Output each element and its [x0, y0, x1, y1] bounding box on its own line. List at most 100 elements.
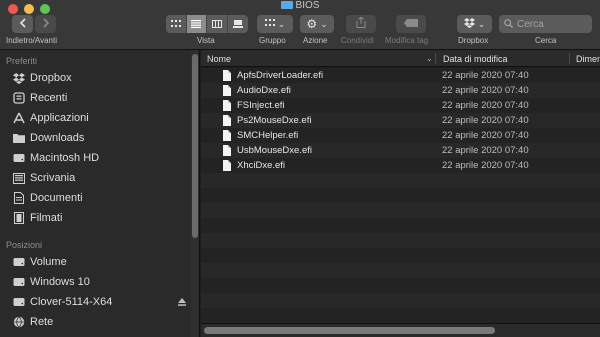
sidebar-item-network[interactable]: Rete — [13, 314, 188, 330]
sidebar-scrollbar-thumb[interactable] — [192, 54, 198, 238]
share-icon — [356, 16, 366, 31]
empty-row — [201, 293, 600, 308]
table-row[interactable]: FSInject.efi 22 aprile 2020 07:40 — [201, 98, 600, 113]
sidebar-item-label: Filmati — [30, 212, 63, 224]
table-row[interactable]: Ps2MouseDxe.efi 22 aprile 2020 07:40 — [201, 113, 600, 128]
sidebar-item-label: Scrivania — [30, 172, 76, 184]
view-switcher — [166, 15, 248, 33]
file-name: ApfsDriverLoader.efi — [237, 70, 324, 81]
locations-header: Posizioni — [6, 240, 43, 250]
edit-tags-button[interactable] — [396, 15, 426, 33]
file-name: XhciDxe.efi — [237, 160, 286, 171]
window-title-bar: BIOS — [0, 0, 600, 12]
column-divider[interactable] — [435, 53, 436, 64]
file-date: 22 aprile 2020 07:40 — [442, 115, 529, 126]
sidebar-item-applications[interactable]: Applicazioni — [13, 110, 188, 126]
applications-icon — [13, 112, 25, 124]
gallery-icon — [232, 15, 243, 33]
sidebar-item-windows-10[interactable]: Windows 10 — [13, 274, 188, 290]
dropbox-label: Dropbox — [458, 36, 489, 45]
sidebar-item-clover[interactable]: Clover-5114-X64 — [13, 294, 188, 310]
folder-icon — [13, 132, 25, 144]
chevron-down-icon: ⌄ — [277, 18, 286, 29]
empty-row — [201, 233, 600, 248]
file-date: 22 aprile 2020 07:40 — [442, 100, 529, 111]
column-size-header[interactable]: Dimen — [576, 54, 600, 64]
action-button[interactable]: ⚙ ⌄ — [300, 15, 334, 33]
file-list: Nome ⌄ Data di modifica Dimen ApfsDriver… — [201, 50, 600, 337]
sidebar-item-label: Windows 10 — [30, 276, 90, 288]
disk-icon — [13, 256, 25, 268]
dropbox-button[interactable]: ⌄ — [457, 15, 492, 33]
back-button[interactable] — [12, 15, 33, 33]
view-icons-button[interactable] — [166, 15, 187, 33]
sidebar-item-label: Recenti — [30, 92, 68, 104]
sidebar-item-macintosh-hd[interactable]: Macintosh HD — [13, 150, 188, 166]
sidebar-item-label: Macintosh HD — [30, 152, 100, 164]
empty-row — [201, 278, 600, 293]
sidebar-item-documents[interactable]: Documenti — [13, 190, 188, 206]
view-list-button[interactable] — [186, 15, 208, 33]
column-header: Nome ⌄ Data di modifica Dimen — [201, 50, 600, 67]
desktop-icon — [13, 172, 25, 184]
file-icon — [223, 160, 231, 171]
sidebar-item-movies[interactable]: Filmati — [13, 210, 188, 226]
file-icon — [223, 100, 231, 111]
column-name-header[interactable]: Nome — [207, 54, 231, 64]
eject-icon[interactable] — [178, 297, 186, 306]
search-input[interactable] — [517, 18, 587, 30]
file-date: 22 aprile 2020 07:40 — [442, 130, 529, 141]
disk-icon — [13, 296, 25, 308]
file-date: 22 aprile 2020 07:40 — [442, 85, 529, 96]
horizontal-scrollbar[interactable] — [201, 323, 600, 337]
file-name: Ps2MouseDxe.efi — [237, 115, 312, 126]
sidebar-item-label: Dropbox — [30, 72, 72, 84]
sidebar-item-downloads[interactable]: Downloads — [13, 130, 188, 146]
file-name: SMCHelper.efi — [237, 130, 299, 141]
sidebar-item-dropbox[interactable]: Dropbox — [13, 70, 188, 86]
icon-grid-icon — [170, 15, 181, 33]
search-box[interactable] — [499, 15, 592, 33]
share-label: Condividi — [341, 36, 374, 45]
file-date: 22 aprile 2020 07:40 — [442, 160, 529, 171]
table-row[interactable]: SMCHelper.efi 22 aprile 2020 07:40 — [201, 128, 600, 143]
share-button[interactable] — [346, 15, 376, 33]
sort-chevron-icon: ⌄ — [426, 54, 433, 63]
list-icon — [191, 15, 202, 33]
file-name: AudioDxe.efi — [237, 85, 291, 96]
sidebar-item-volume[interactable]: Volume — [13, 254, 188, 270]
horizontal-scrollbar-thumb[interactable] — [204, 327, 495, 334]
table-row[interactable]: UsbMouseDxe.efi 22 aprile 2020 07:40 — [201, 143, 600, 158]
edit-tags-label: Modifica tag — [385, 36, 429, 45]
tag-icon — [404, 18, 418, 30]
table-row[interactable]: AudioDxe.efi 22 aprile 2020 07:40 — [201, 83, 600, 98]
empty-row — [201, 308, 600, 323]
document-icon — [13, 192, 25, 204]
group-grid-icon — [264, 18, 275, 30]
table-row[interactable]: XhciDxe.efi 22 aprile 2020 07:40 — [201, 158, 600, 173]
empty-row — [201, 218, 600, 233]
disk-icon — [13, 276, 25, 288]
file-icon — [223, 70, 231, 81]
file-date: 22 aprile 2020 07:40 — [442, 70, 529, 81]
column-date-header[interactable]: Data di modifica — [443, 54, 508, 64]
empty-row — [201, 263, 600, 278]
dropbox-icon — [463, 17, 475, 31]
column-divider[interactable] — [569, 53, 570, 64]
harddisk-icon — [13, 152, 25, 164]
table-row[interactable]: ApfsDriverLoader.efi 22 aprile 2020 07:4… — [201, 68, 600, 83]
file-name: FSInject.efi — [237, 100, 285, 111]
sidebar-item-recents[interactable]: Recenti — [13, 90, 188, 106]
forward-button[interactable] — [35, 15, 56, 33]
sidebar-item-desktop[interactable]: Scrivania — [13, 170, 188, 186]
view-columns-button[interactable] — [207, 15, 228, 33]
nav-label: Indietro/Avanti — [6, 36, 57, 45]
search-label: Cerca — [535, 36, 557, 45]
sidebar-scrollbar[interactable] — [191, 50, 199, 337]
sidebar-item-label: Clover-5114-X64 — [30, 296, 113, 308]
file-rows: ApfsDriverLoader.efi 22 aprile 2020 07:4… — [201, 68, 600, 323]
sidebar-item-label: Documenti — [30, 192, 83, 204]
group-button[interactable]: ⌄ — [257, 15, 293, 33]
view-gallery-button[interactable] — [228, 15, 248, 33]
file-name: UsbMouseDxe.efi — [237, 145, 312, 156]
